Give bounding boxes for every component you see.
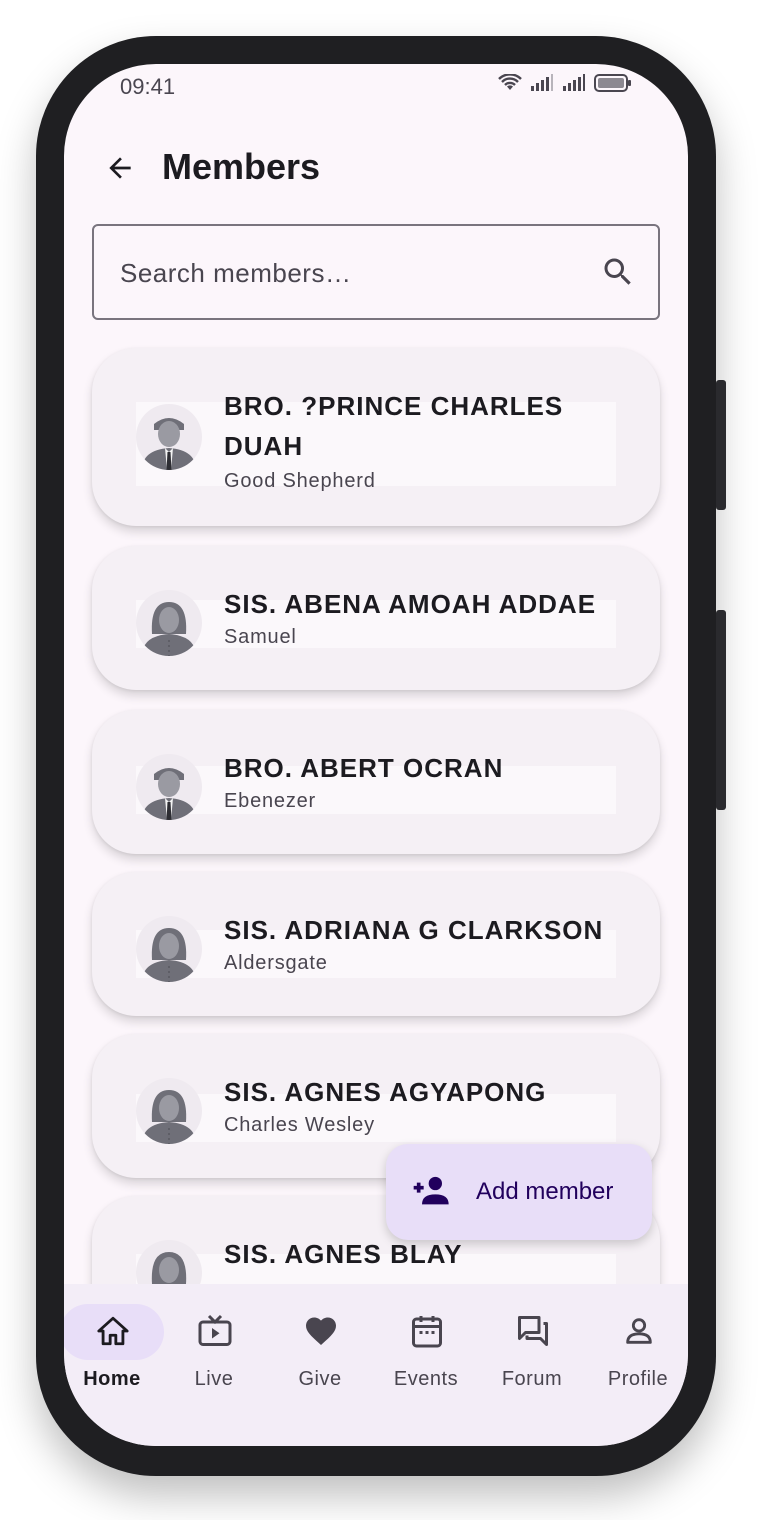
member-card[interactable]: SIS. ABENA AMOAH ADDAE Samuel xyxy=(92,546,660,690)
power-button xyxy=(716,610,726,810)
member-name: BRO. ?PRINCE CHARLES DUAH xyxy=(224,391,564,461)
member-society: Aldersgate xyxy=(224,952,328,974)
member-name: SIS. ADRIANA G CLARKSON xyxy=(224,915,604,945)
nav-item-home[interactable]: Home xyxy=(64,1302,164,1412)
status-icons xyxy=(498,74,632,92)
female-avatar-icon xyxy=(136,916,202,982)
tv-icon xyxy=(198,1314,232,1346)
person-add-icon xyxy=(413,1176,449,1205)
arrow-back-icon xyxy=(109,157,131,179)
member-society: Ebenezer xyxy=(224,790,317,812)
male-avatar-icon xyxy=(136,404,202,470)
male-avatar-icon xyxy=(136,754,202,820)
calendar-icon xyxy=(412,1316,442,1348)
nav-item-give[interactable]: Give xyxy=(268,1302,372,1412)
add-member-button[interactable]: Add member xyxy=(386,1144,652,1240)
volume-button xyxy=(716,380,726,510)
signal-icon xyxy=(531,74,553,91)
status-bar: 09:41 xyxy=(64,64,688,108)
nav-label: Profile xyxy=(607,1368,669,1390)
wifi-icon xyxy=(498,74,522,90)
nav-item-events[interactable]: Events xyxy=(374,1302,478,1412)
search-icon[interactable] xyxy=(600,254,636,290)
member-name: SIS. AGNES AGYAPONG xyxy=(224,1077,547,1107)
member-society: Samuel xyxy=(224,626,297,648)
heart-icon xyxy=(306,1317,336,1346)
member-name: SIS. ABENA AMOAH ADDAE xyxy=(224,589,597,619)
nav-item-live[interactable]: Live xyxy=(162,1302,266,1412)
signal-icon-2 xyxy=(563,74,585,91)
member-card[interactable]: BRO. ?PRINCE CHARLES DUAH Good Shepherd xyxy=(92,348,660,526)
status-time: 09:41 xyxy=(120,74,176,99)
search-input[interactable]: Search members… xyxy=(92,224,660,320)
female-avatar-icon xyxy=(136,590,202,656)
nav-item-profile[interactable]: Profile xyxy=(586,1302,688,1412)
back-button[interactable] xyxy=(100,148,140,188)
member-name: SIS. AGNES BLAY xyxy=(224,1239,463,1269)
member-card[interactable]: BRO. ABERT OCRAN Ebenezer xyxy=(92,710,660,854)
app-screen: 09:41 Members Search members… BRO. ?PRIN… xyxy=(64,64,688,1446)
search-placeholder: Search members… xyxy=(120,258,352,288)
add-member-label: Add member xyxy=(476,1178,614,1205)
female-avatar-icon xyxy=(136,1078,202,1144)
page-title: Members xyxy=(162,146,321,187)
member-society: Charles Wesley xyxy=(224,1114,375,1136)
home-icon xyxy=(97,1316,129,1346)
member-name: BRO. ABERT OCRAN xyxy=(224,753,504,783)
person-icon xyxy=(626,1318,652,1344)
bottom-navigation: Home Live Give Events Forum Profile xyxy=(64,1284,688,1446)
nav-item-forum[interactable]: Forum xyxy=(480,1302,584,1412)
member-card[interactable]: SIS. ADRIANA G CLARKSON Aldersgate xyxy=(92,872,660,1016)
battery-icon xyxy=(594,74,631,92)
forum-icon xyxy=(518,1316,548,1346)
member-society: Good Shepherd xyxy=(224,470,376,492)
